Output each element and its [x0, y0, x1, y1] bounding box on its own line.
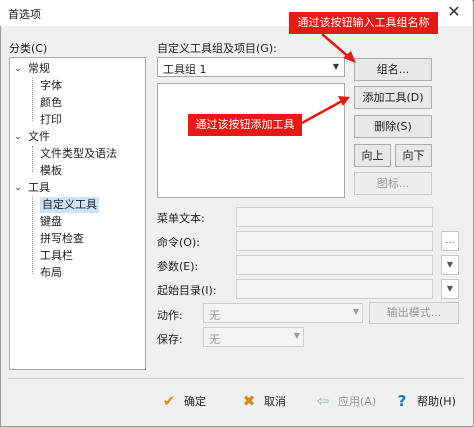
callout-arrow-line: [321, 33, 351, 59]
callout-arrow-line: [301, 99, 343, 125]
callout-arrows: [301, 33, 356, 125]
